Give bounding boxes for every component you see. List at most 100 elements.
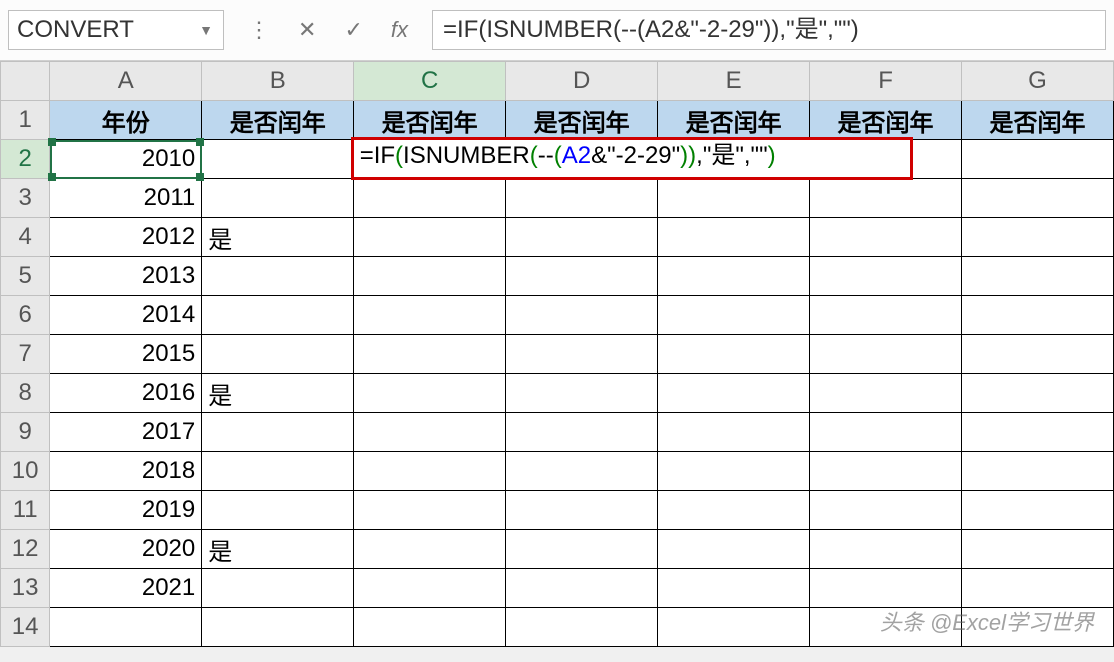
row-header-12[interactable]: 12: [1, 530, 50, 569]
col-header-F[interactable]: F: [810, 62, 962, 101]
cell-D14[interactable]: [506, 608, 658, 647]
cell-G10[interactable]: [962, 452, 1114, 491]
cell-F5[interactable]: [810, 257, 962, 296]
cell-B11[interactable]: [202, 491, 354, 530]
cell-E1[interactable]: 是否闰年: [658, 101, 810, 140]
col-header-E[interactable]: E: [658, 62, 810, 101]
cell-F6[interactable]: [810, 296, 962, 335]
cell-E9[interactable]: [658, 413, 810, 452]
cell-A8[interactable]: 2016: [50, 374, 202, 413]
cell-C1[interactable]: 是否闰年: [354, 101, 506, 140]
cell-A13[interactable]: 2021: [50, 569, 202, 608]
cell-E11[interactable]: [658, 491, 810, 530]
row-header-2[interactable]: 2: [1, 140, 50, 179]
cell-C5[interactable]: [354, 257, 506, 296]
cell-A9[interactable]: 2017: [50, 413, 202, 452]
cell-C14[interactable]: [354, 608, 506, 647]
cell-E14[interactable]: [658, 608, 810, 647]
cell-D11[interactable]: [506, 491, 658, 530]
cell-E5[interactable]: [658, 257, 810, 296]
cell-B10[interactable]: [202, 452, 354, 491]
cell-A12[interactable]: 2020: [50, 530, 202, 569]
chevron-down-icon[interactable]: ▼: [195, 22, 217, 38]
cell-B1[interactable]: 是否闰年: [202, 101, 354, 140]
cell-E6[interactable]: [658, 296, 810, 335]
cell-F4[interactable]: [810, 218, 962, 257]
row-header-11[interactable]: 11: [1, 491, 50, 530]
cell-B13[interactable]: [202, 569, 354, 608]
row-header-3[interactable]: 3: [1, 179, 50, 218]
cell-B3[interactable]: [202, 179, 354, 218]
formula-input[interactable]: =IF(ISNUMBER(--(A2&"-2-29")),"是",""): [432, 10, 1106, 50]
confirm-icon[interactable]: ✓: [344, 17, 362, 43]
cell-B9[interactable]: [202, 413, 354, 452]
cell-E13[interactable]: [658, 569, 810, 608]
cell-G6[interactable]: [962, 296, 1114, 335]
cell-A1[interactable]: 年份: [50, 101, 202, 140]
cell-B6[interactable]: [202, 296, 354, 335]
cell-E8[interactable]: [658, 374, 810, 413]
select-all-corner[interactable]: [1, 62, 50, 101]
cell-D9[interactable]: [506, 413, 658, 452]
cell-F12[interactable]: [810, 530, 962, 569]
cell-D12[interactable]: [506, 530, 658, 569]
cell-B4[interactable]: 是: [202, 218, 354, 257]
row-header-6[interactable]: 6: [1, 296, 50, 335]
cell-D8[interactable]: [506, 374, 658, 413]
cell-F11[interactable]: [810, 491, 962, 530]
cell-C13[interactable]: [354, 569, 506, 608]
cell-G5[interactable]: [962, 257, 1114, 296]
cell-G11[interactable]: [962, 491, 1114, 530]
cell-A10[interactable]: 2018: [50, 452, 202, 491]
spreadsheet-grid[interactable]: A B C D E F G 1 年份 是否闰年 是否闰年 是否闰年 是否闰年 是…: [0, 61, 1114, 647]
name-box[interactable]: CONVERT ▼: [8, 10, 224, 50]
cell-D13[interactable]: [506, 569, 658, 608]
col-header-G[interactable]: G: [962, 62, 1114, 101]
cell-D7[interactable]: [506, 335, 658, 374]
cell-C8[interactable]: [354, 374, 506, 413]
cell-C6[interactable]: [354, 296, 506, 335]
row-header-5[interactable]: 5: [1, 257, 50, 296]
cell-F8[interactable]: [810, 374, 962, 413]
row-header-4[interactable]: 4: [1, 218, 50, 257]
cell-E12[interactable]: [658, 530, 810, 569]
cell-D1[interactable]: 是否闰年: [506, 101, 658, 140]
cell-A2[interactable]: 2010: [50, 140, 202, 179]
row-header-7[interactable]: 7: [1, 335, 50, 374]
cell-E10[interactable]: [658, 452, 810, 491]
cell-E3[interactable]: [658, 179, 810, 218]
cell-A5[interactable]: 2013: [50, 257, 202, 296]
cell-D4[interactable]: [506, 218, 658, 257]
col-header-D[interactable]: D: [506, 62, 658, 101]
cell-F10[interactable]: [810, 452, 962, 491]
cell-A11[interactable]: 2019: [50, 491, 202, 530]
cell-G13[interactable]: [962, 569, 1114, 608]
cell-G3[interactable]: [962, 179, 1114, 218]
cell-A14[interactable]: [50, 608, 202, 647]
cell-G4[interactable]: [962, 218, 1114, 257]
more-icon[interactable]: ⋮: [248, 17, 270, 43]
fx-icon[interactable]: fx: [391, 17, 408, 43]
cell-A3[interactable]: 2011: [50, 179, 202, 218]
cell-C4[interactable]: [354, 218, 506, 257]
cell-F3[interactable]: [810, 179, 962, 218]
cell-E4[interactable]: [658, 218, 810, 257]
cell-C12[interactable]: [354, 530, 506, 569]
cell-D5[interactable]: [506, 257, 658, 296]
cell-G2[interactable]: [962, 140, 1114, 179]
cell-G7[interactable]: [962, 335, 1114, 374]
cell-D10[interactable]: [506, 452, 658, 491]
row-header-8[interactable]: 8: [1, 374, 50, 413]
in-cell-formula-editor[interactable]: =IF(ISNUMBER(--(A2&"-2-29")),"是",""): [351, 137, 913, 180]
cell-B7[interactable]: [202, 335, 354, 374]
col-header-C[interactable]: C: [354, 62, 506, 101]
row-header-9[interactable]: 9: [1, 413, 50, 452]
cell-B2[interactable]: [202, 140, 354, 179]
row-header-10[interactable]: 10: [1, 452, 50, 491]
cell-D3[interactable]: [506, 179, 658, 218]
cell-B5[interactable]: [202, 257, 354, 296]
row-header-1[interactable]: 1: [1, 101, 50, 140]
cell-A7[interactable]: 2015: [50, 335, 202, 374]
cell-G12[interactable]: [962, 530, 1114, 569]
cell-G14[interactable]: [962, 608, 1114, 647]
